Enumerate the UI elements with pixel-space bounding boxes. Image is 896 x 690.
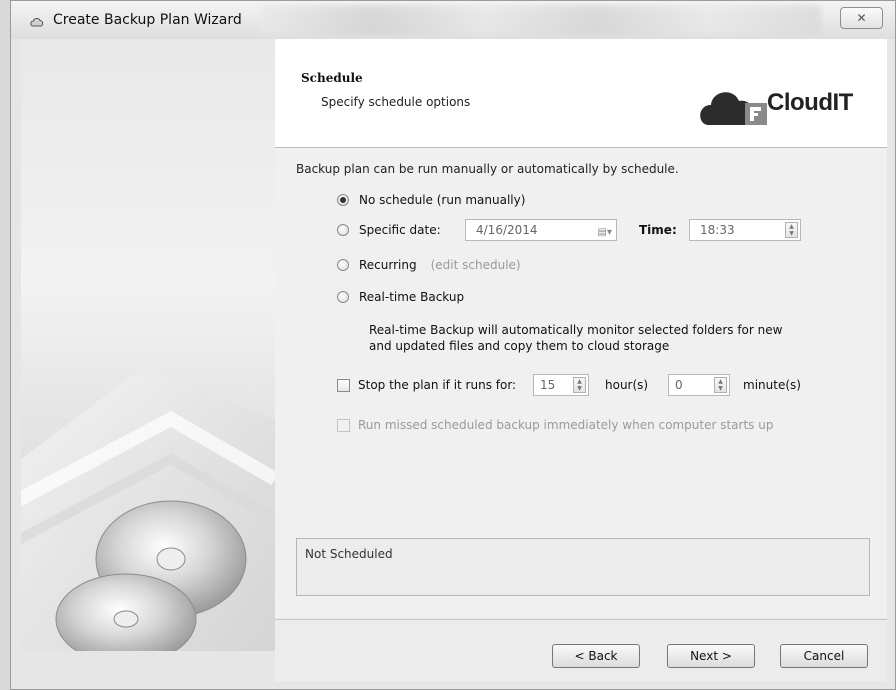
cloud-logo-icon xyxy=(700,92,767,125)
wizard-sidebar-artwork xyxy=(21,39,275,651)
stop-hours-value: 15 xyxy=(540,378,556,392)
back-button[interactable]: < Back xyxy=(552,644,640,668)
title-bar: Create Backup Plan Wizard ✕ xyxy=(11,1,895,39)
stop-hours-field[interactable]: 15 ▲ ▼ xyxy=(533,374,589,396)
radio-no-schedule-label: No schedule (run manually) xyxy=(359,193,526,207)
time-value: 18:33 xyxy=(700,223,735,237)
cloudit-logo: CloudIT xyxy=(699,81,879,129)
close-icon: ✕ xyxy=(856,11,867,25)
wizard-header: Schedule Specify schedule options CloudI… xyxy=(275,39,887,148)
radio-specific-date[interactable]: Specific date: xyxy=(337,221,441,239)
radio-no-schedule[interactable]: No schedule (run manually) xyxy=(337,191,525,209)
run-missed-label: Run missed scheduled backup immediately … xyxy=(358,418,774,432)
date-value: 4/16/2014 xyxy=(476,223,538,237)
schedule-options-panel: Backup plan can be run manually or autom… xyxy=(275,148,887,618)
radio-realtime[interactable]: Real-time Backup xyxy=(337,288,464,306)
schedule-status-box: Not Scheduled xyxy=(296,538,870,596)
run-missed-checkbox[interactable] xyxy=(337,418,350,432)
realtime-description-line-2: and updated files and copy them to cloud… xyxy=(369,339,670,353)
hours-label: hour(s) xyxy=(605,378,649,392)
radio-specific-date-button[interactable] xyxy=(337,224,349,236)
radio-recurring-button[interactable] xyxy=(337,259,349,271)
schedule-status-text: Not Scheduled xyxy=(305,547,393,561)
realtime-description-line-1: Real-time Backup will automatically moni… xyxy=(369,323,783,337)
radio-realtime-button[interactable] xyxy=(337,291,349,303)
radio-realtime-label: Real-time Backup xyxy=(359,290,465,304)
time-spinner-icon[interactable]: ▲ ▼ xyxy=(785,222,798,238)
radio-recurring-label: Recurring xyxy=(359,258,417,272)
logo-wordmark: CloudIT xyxy=(767,89,853,116)
page-title: Schedule xyxy=(301,71,363,85)
stop-plan-checkbox-row[interactable]: Stop the plan if it runs for: xyxy=(337,376,516,394)
wizard-footer: < Back Next > Cancel xyxy=(275,619,887,682)
radio-specific-date-label: Specific date: xyxy=(359,223,441,237)
stop-minutes-field[interactable]: 0 ▲ ▼ xyxy=(668,374,730,396)
minutes-spinner-icon[interactable]: ▲ ▼ xyxy=(714,377,727,393)
title-bar-background-blur xyxy=(261,5,821,35)
calendar-dropdown-icon[interactable]: ▤▾ xyxy=(598,223,612,243)
specific-date-picker[interactable]: 4/16/2014 ▤▾ xyxy=(465,219,617,241)
next-button[interactable]: Next > xyxy=(667,644,755,668)
edit-schedule-link[interactable]: (edit schedule) xyxy=(431,258,521,272)
close-button[interactable]: ✕ xyxy=(840,7,883,29)
schedule-intro-text: Backup plan can be run manually or autom… xyxy=(296,162,679,176)
window-title: Create Backup Plan Wizard xyxy=(53,12,242,28)
stop-plan-checkbox[interactable] xyxy=(337,378,350,392)
time-field[interactable]: 18:33 ▲ ▼ xyxy=(689,219,801,241)
stop-plan-label: Stop the plan if it runs for: xyxy=(358,378,517,392)
wizard-window: Create Backup Plan Wizard ✕ Schedule Spe… xyxy=(10,0,896,690)
run-missed-checkbox-row[interactable]: Run missed scheduled backup immediately … xyxy=(337,416,773,434)
time-label: Time: xyxy=(639,223,677,237)
radio-no-schedule-button[interactable] xyxy=(337,194,349,206)
cancel-button[interactable]: Cancel xyxy=(780,644,868,668)
disc-artwork xyxy=(21,369,275,651)
backup-app-icon xyxy=(30,18,44,27)
minutes-label: minute(s) xyxy=(743,378,801,392)
radio-recurring[interactable]: Recurring (edit schedule) xyxy=(337,256,521,274)
page-subtitle: Specify schedule options xyxy=(321,95,471,109)
stop-minutes-value: 0 xyxy=(675,378,683,392)
realtime-description: Real-time Backup will automatically moni… xyxy=(369,322,849,354)
hours-spinner-icon[interactable]: ▲ ▼ xyxy=(573,377,586,393)
